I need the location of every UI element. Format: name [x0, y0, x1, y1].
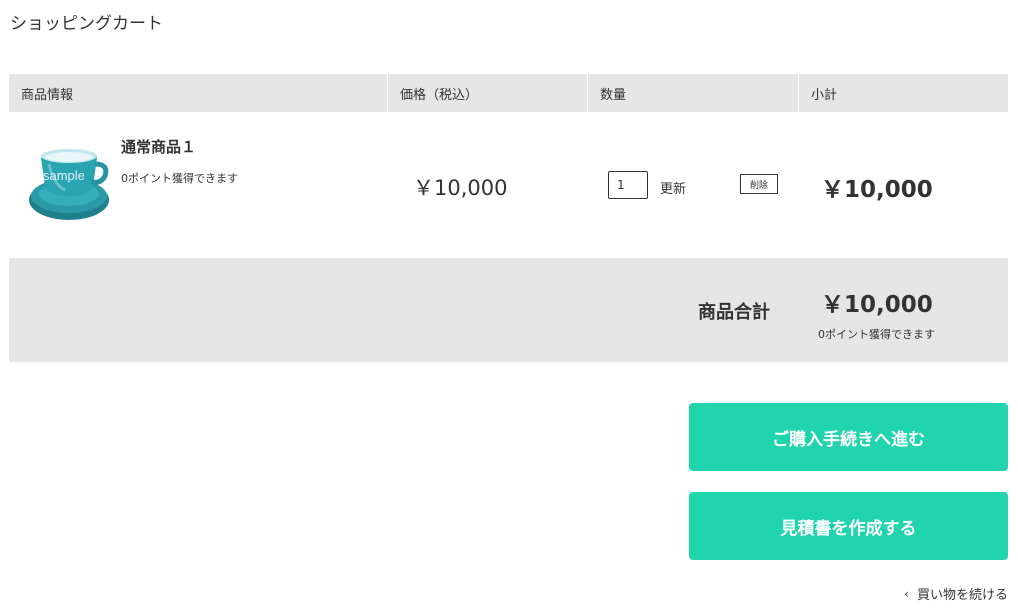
summary-label: 商品合計 [698, 302, 770, 323]
header-price: 価格（税込） [388, 74, 588, 112]
item-subtotal: ￥10,000 [821, 177, 933, 203]
cart-table-header: 商品情報 価格（税込） 数量 小計 [9, 74, 1008, 112]
product-points: 0ポイント獲得できます [121, 172, 238, 185]
quantity-input[interactable] [608, 171, 648, 199]
product-image[interactable]: sample [29, 134, 109, 232]
product-price: ￥10,000 [413, 176, 508, 200]
chevron-left-icon: ‹ [904, 586, 909, 601]
product-image-watermark: sample [43, 168, 85, 183]
product-name[interactable]: 通常商品１ [121, 136, 196, 157]
header-subtotal: 小計 [811, 87, 838, 103]
header-product: 商品情報 [9, 74, 388, 112]
cart-summary: 商品合計 ￥10,000 0ポイント獲得できます [9, 258, 1008, 362]
delete-item-button[interactable]: 削除 [740, 174, 778, 194]
summary-points: 0ポイント獲得できます [818, 328, 935, 341]
create-quote-button[interactable]: 見積書を作成する [689, 492, 1008, 560]
cart-table: 商品情報 価格（税込） 数量 小計 sample 通常商品１ 0ポイント獲得でき… [9, 74, 1008, 258]
checkout-button[interactable]: ご購入手続きへ進む [689, 403, 1008, 471]
summary-total: ￥10,000 [821, 292, 933, 318]
update-quantity-button[interactable]: 更新 [660, 178, 686, 197]
continue-shopping-link[interactable]: ‹ 買い物を続ける [904, 584, 1008, 604]
teacup-image-icon [29, 134, 109, 232]
continue-shopping-label: 買い物を続ける [916, 588, 1008, 603]
page-title: ショッピングカート [10, 14, 163, 34]
cart-item-row: sample 通常商品１ 0ポイント獲得できます ￥10,000 更新 削除 ￥… [9, 112, 1008, 258]
header-quantity: 数量 [588, 74, 799, 112]
